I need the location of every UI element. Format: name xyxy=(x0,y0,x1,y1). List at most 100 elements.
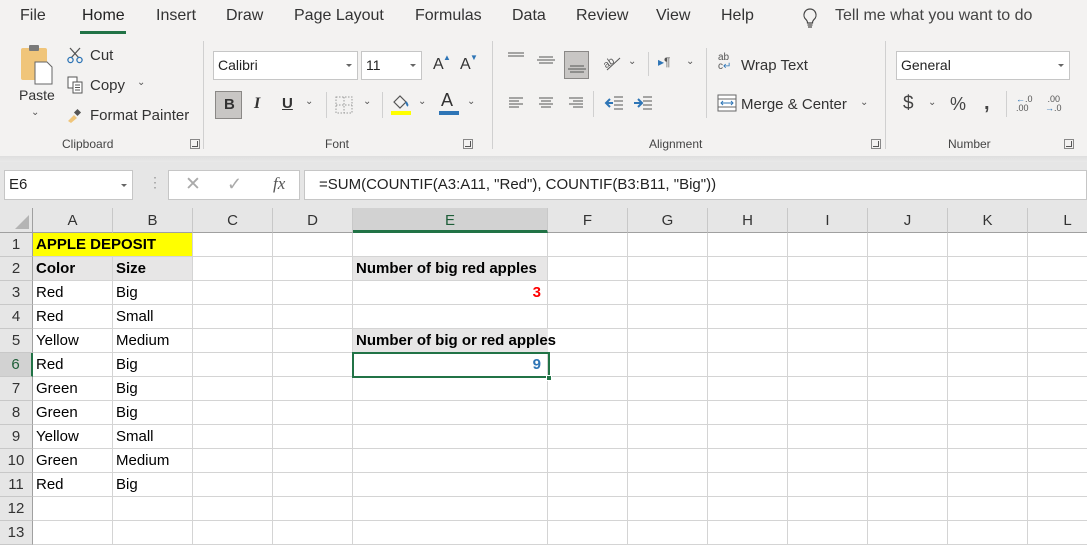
tab-data[interactable]: Data xyxy=(512,7,546,25)
cell-e9[interactable] xyxy=(353,425,548,449)
row-header-6[interactable]: 6 xyxy=(0,353,33,377)
cell-c6[interactable] xyxy=(193,353,273,377)
tab-draw[interactable]: Draw xyxy=(226,7,263,25)
merge-center-dropdown-chevron-icon[interactable]: ⌄ xyxy=(860,97,868,108)
cell-i11[interactable] xyxy=(788,473,868,497)
column-header-b[interactable]: B xyxy=(113,208,193,233)
number-format-dropdown[interactable]: General xyxy=(896,51,1070,80)
tab-help[interactable]: Help xyxy=(721,7,754,25)
cell-j5[interactable] xyxy=(868,329,948,353)
font-size-dropdown[interactable]: 11 xyxy=(361,51,422,80)
tab-home[interactable]: Home xyxy=(82,7,125,25)
cell-l7[interactable] xyxy=(1028,377,1087,401)
header-color-cell[interactable]: Color xyxy=(33,257,113,281)
cut-button[interactable]: Cut xyxy=(90,47,113,64)
cell-i4[interactable] xyxy=(788,305,868,329)
cell-f5[interactable] xyxy=(548,329,628,353)
fill-color-dropdown-chevron-icon[interactable]: ⌄ xyxy=(418,96,426,107)
cell-f12[interactable] xyxy=(548,497,628,521)
decrease-indent-icon[interactable] xyxy=(604,95,624,111)
cell-c1[interactable] xyxy=(193,233,273,257)
align-left-icon[interactable] xyxy=(508,96,524,110)
color-cell[interactable]: Red xyxy=(33,473,113,497)
cell-h4[interactable] xyxy=(708,305,788,329)
summary-value-2[interactable]: 9 xyxy=(353,353,548,377)
cell-c13[interactable] xyxy=(193,521,273,545)
cell-i7[interactable] xyxy=(788,377,868,401)
accounting-format-button[interactable]: $ xyxy=(903,93,914,115)
cell-c8[interactable] xyxy=(193,401,273,425)
cell-f2[interactable] xyxy=(548,257,628,281)
color-cell[interactable]: Green xyxy=(33,449,113,473)
row-header-3[interactable]: 3 xyxy=(0,281,33,305)
cell-k1[interactable] xyxy=(948,233,1028,257)
cell-h1[interactable] xyxy=(708,233,788,257)
enter-icon[interactable]: ✓ xyxy=(227,174,242,195)
color-cell[interactable]: Red xyxy=(33,305,113,329)
cell-j7[interactable] xyxy=(868,377,948,401)
cell-i12[interactable] xyxy=(788,497,868,521)
cell-g8[interactable] xyxy=(628,401,708,425)
cell-d10[interactable] xyxy=(273,449,353,473)
row-header-13[interactable]: 13 xyxy=(0,521,33,545)
tab-page-layout[interactable]: Page Layout xyxy=(294,7,384,25)
cell-e8[interactable] xyxy=(353,401,548,425)
cell-h11[interactable] xyxy=(708,473,788,497)
cell-j8[interactable] xyxy=(868,401,948,425)
cell-j4[interactable] xyxy=(868,305,948,329)
cell-e4[interactable] xyxy=(353,305,548,329)
column-header-l[interactable]: L xyxy=(1028,208,1087,233)
cell-e7[interactable] xyxy=(353,377,548,401)
align-center-icon[interactable] xyxy=(538,96,554,110)
cell-g4[interactable] xyxy=(628,305,708,329)
cell-f7[interactable] xyxy=(548,377,628,401)
cell-k3[interactable] xyxy=(948,281,1028,305)
cell-g9[interactable] xyxy=(628,425,708,449)
text-direction-dropdown-chevron-icon[interactable]: ⌄ xyxy=(686,56,694,67)
header-size-cell[interactable]: Size xyxy=(113,257,193,281)
cell-d1[interactable] xyxy=(273,233,353,257)
row-header-11[interactable]: 11 xyxy=(0,473,33,497)
cell-h7[interactable] xyxy=(708,377,788,401)
cell-c7[interactable] xyxy=(193,377,273,401)
cell-c10[interactable] xyxy=(193,449,273,473)
cell-j12[interactable] xyxy=(868,497,948,521)
cell-d9[interactable] xyxy=(273,425,353,449)
cell-c9[interactable] xyxy=(193,425,273,449)
cell-c3[interactable] xyxy=(193,281,273,305)
cell-g12[interactable] xyxy=(628,497,708,521)
cell-c5[interactable] xyxy=(193,329,273,353)
cell-l5[interactable] xyxy=(1028,329,1087,353)
clipboard-dialog-launcher-icon[interactable] xyxy=(190,139,200,149)
comma-style-button[interactable]: , xyxy=(984,92,990,115)
cell-c12[interactable] xyxy=(193,497,273,521)
row-header-4[interactable]: 4 xyxy=(0,305,33,329)
size-cell[interactable]: Big xyxy=(113,401,193,425)
cell-e12[interactable] xyxy=(353,497,548,521)
cell-k7[interactable] xyxy=(948,377,1028,401)
underline-dropdown-chevron-icon[interactable]: ⌄ xyxy=(305,96,313,107)
cell-g13[interactable] xyxy=(628,521,708,545)
cell-i6[interactable] xyxy=(788,353,868,377)
cell-l11[interactable] xyxy=(1028,473,1087,497)
paste-button[interactable]: Paste xyxy=(19,87,55,103)
column-header-h[interactable]: H xyxy=(708,208,788,233)
cell-c4[interactable] xyxy=(193,305,273,329)
cell-h10[interactable] xyxy=(708,449,788,473)
cell-l8[interactable] xyxy=(1028,401,1087,425)
color-cell[interactable]: Red xyxy=(33,353,113,377)
cell-i13[interactable] xyxy=(788,521,868,545)
summary-label-2[interactable]: Number of big or red apples xyxy=(353,329,556,353)
cell-g7[interactable] xyxy=(628,377,708,401)
row-header-1[interactable]: 1 xyxy=(0,233,33,257)
cell-j2[interactable] xyxy=(868,257,948,281)
cell-d6[interactable] xyxy=(273,353,353,377)
cell-l10[interactable] xyxy=(1028,449,1087,473)
cell-j3[interactable] xyxy=(868,281,948,305)
drag-handle-icon[interactable]: ⋮ xyxy=(148,174,162,191)
underline-button[interactable]: U xyxy=(282,95,293,112)
cell-d7[interactable] xyxy=(273,377,353,401)
sheet-title-cell[interactable]: APPLE DEPOSIT xyxy=(33,233,193,257)
tab-file[interactable]: File xyxy=(20,7,46,25)
copy-dropdown-chevron-icon[interactable]: ⌄ xyxy=(137,77,145,88)
